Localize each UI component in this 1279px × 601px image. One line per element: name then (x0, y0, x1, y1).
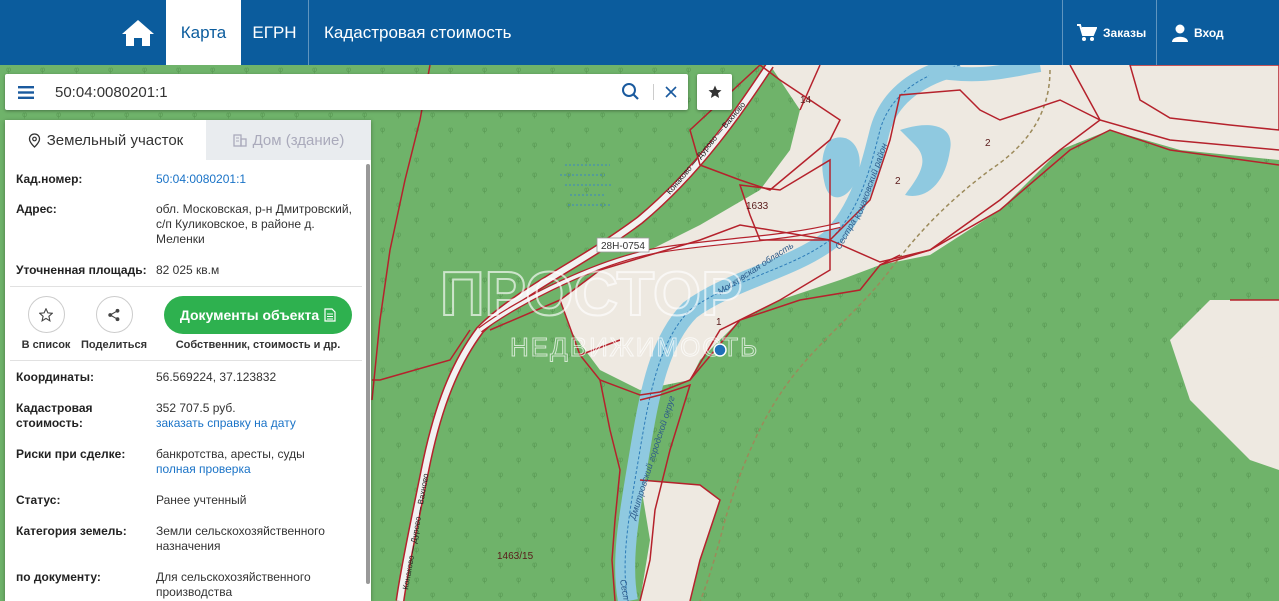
parcel-label-14[interactable]: 14 (800, 95, 812, 106)
road-badge: 28Н-0754 (601, 241, 645, 252)
search-separator (653, 84, 654, 100)
cart-icon (1077, 23, 1097, 41)
search-input[interactable] (55, 74, 615, 110)
parcel-info-panel: Земельный участок Дом (здание) Кад.номер… (5, 120, 371, 601)
login-label: Вход (1194, 25, 1224, 40)
tab-land-plot[interactable]: Земельный участок (5, 120, 206, 160)
label-coordinates: Координаты: (16, 370, 95, 384)
label-area: Уточненная площадь: (16, 263, 147, 277)
location-marker[interactable] (713, 343, 727, 357)
parcel-label-2b[interactable]: 2 (895, 176, 901, 187)
orders-label: Заказы (1103, 25, 1147, 40)
object-documents-button[interactable]: Документы объекта (164, 296, 352, 334)
risks-text: банкротства, аресты, суды (156, 447, 305, 461)
top-navigation-bar: Карта ЕГРН Кадастровая стоимость Заказы … (0, 0, 1279, 65)
parcel-label-2a[interactable]: 2 (985, 138, 991, 149)
search-button[interactable] (621, 82, 641, 102)
search-bar (5, 74, 688, 110)
share-button[interactable] (95, 296, 133, 333)
tab-map[interactable]: Карта (166, 0, 241, 65)
parcel-label-1463[interactable]: 1463/15 (497, 551, 534, 562)
value-coordinates: 56.569224, 37.123832 (156, 370, 277, 384)
order-certificate-link[interactable]: заказать справку на дату (156, 416, 356, 431)
panel-tabs: Земельный участок Дом (здание) (5, 120, 371, 160)
divider-top (10, 286, 362, 287)
add-to-list-button[interactable] (27, 296, 65, 333)
close-icon (665, 86, 677, 98)
label-cadastral-cost: Кадастровая стоимость: (16, 401, 93, 430)
cadastral-cost-amount: 352 707.5 руб. (156, 401, 236, 415)
label-status: Статус: (16, 493, 61, 507)
value-land-category: Земли сельскохозяйственного назначения (156, 524, 325, 553)
watermark-main: ПРОСТОР (440, 260, 742, 329)
value-cadastral-cost: 352 707.5 руб. заказать справку на дату (156, 401, 356, 431)
star-outline-icon (39, 307, 53, 322)
map-pin-icon (28, 132, 40, 148)
orders-button[interactable]: Заказы (1062, 0, 1156, 65)
label-by-document: по документу: (16, 570, 101, 584)
label-risks: Риски при сделке: (16, 447, 126, 461)
add-to-list-action[interactable]: В список (18, 296, 74, 351)
add-to-list-label: В список (21, 339, 71, 351)
share-icon (108, 308, 120, 321)
parcel-label-1633[interactable]: 1633 (746, 201, 769, 212)
share-label: Поделиться (81, 339, 148, 351)
tab-egrn[interactable]: ЕГРН (241, 0, 309, 65)
label-address: Адрес: (16, 202, 57, 216)
clear-search-button[interactable] (662, 83, 680, 101)
tab-building-label: Дом (здание) (252, 131, 345, 149)
value-status: Ранее учтенный (156, 493, 247, 507)
value-cadastral-number[interactable]: 50:04:0080201:1 (156, 172, 356, 187)
hamburger-menu-icon (18, 85, 34, 99)
value-risks: банкротства, аресты, суды полная проверк… (156, 447, 356, 477)
panel-scrollbar[interactable] (366, 164, 370, 584)
full-check-link[interactable]: полная проверка (156, 462, 356, 477)
building-icon (232, 134, 247, 147)
tab-cadastral-value[interactable]: Кадастровая стоимость (309, 0, 529, 65)
share-action[interactable]: Поделиться (81, 296, 147, 351)
document-icon (324, 308, 336, 322)
divider-bottom (10, 360, 362, 361)
menu-button[interactable] (5, 74, 47, 110)
value-by-document: Для сельскохозяйственного производства (156, 570, 311, 599)
object-documents-subtitle: Собственник, стоимость и др. (175, 339, 341, 351)
value-address: обл. Московская, р-н Дмитровский, с/п Ку… (156, 202, 352, 246)
object-documents-label: Документы объекта (179, 307, 320, 323)
tab-building[interactable]: Дом (здание) (206, 120, 371, 160)
login-button[interactable]: Вход (1156, 0, 1279, 65)
home-icon (122, 19, 154, 46)
value-area: 82 025 кв.м (156, 263, 220, 277)
favorites-button[interactable] (697, 74, 732, 110)
home-button[interactable] (110, 0, 166, 65)
tab-land-plot-label: Земельный участок (46, 131, 184, 149)
label-land-category: Категория земель: (16, 524, 127, 538)
star-icon (708, 85, 721, 98)
user-icon (1172, 24, 1188, 42)
label-cadastral-number: Кад.номер: (16, 172, 83, 186)
search-icon (622, 83, 639, 100)
